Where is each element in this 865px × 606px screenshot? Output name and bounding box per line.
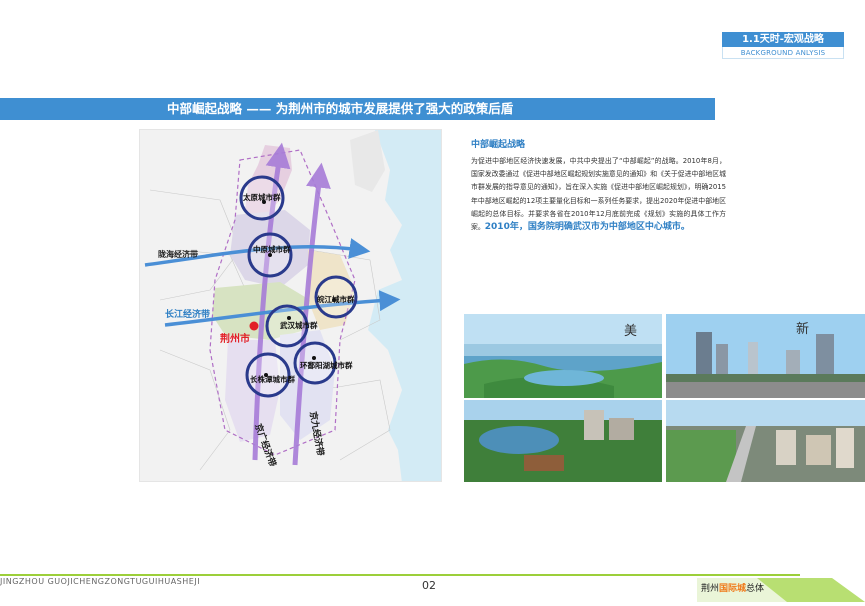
label-changzhutan: 长株潭城市群 xyxy=(250,374,295,384)
label-changjiang: 长江经济带 xyxy=(165,308,210,320)
label-taiyuan: 太原城市群 xyxy=(243,192,281,202)
footer-brand-highlight: 国际城 xyxy=(719,584,747,594)
jingzhou-marker xyxy=(249,321,259,331)
footer-brand-suffix: 总体 xyxy=(746,584,765,594)
city-photo-lake: 美 xyxy=(464,314,662,398)
strategy-text-block: 中部崛起战略 为促进中部地区经济快速发展，中共中央提出了“中部崛起”的战略。20… xyxy=(471,137,726,234)
strategy-highlight: 2010年，国务院明确武汉市为中部地区中心城市。 xyxy=(484,222,690,233)
photo2-glyph: 新 xyxy=(796,322,810,337)
label-wuhan: 武汉城市群 xyxy=(280,320,318,330)
label-zhongyuan: 中原城市群 xyxy=(253,244,291,254)
title-bar-text: 中部崛起战略 —— 为荆州市的城市发展提供了强大的政策后盾 xyxy=(167,101,514,116)
label-wanjiang: 皖江城市群 xyxy=(317,294,355,304)
footer-left-text: JINGZHOU GUOJICHENGZONGTUGUIHUASHEJI xyxy=(0,577,201,586)
central-china-map: 太原城市群 中原城市群 皖江城市群 武汉城市群 环鄱阳湖城市群 长株潭城市群 陇… xyxy=(139,129,442,482)
footer-brand: 荆州国际城总体 xyxy=(697,572,865,606)
city-photo-skyline: 新 xyxy=(666,314,865,398)
strategy-heading: 中部崛起战略 xyxy=(471,140,526,150)
section-badge: 1.1天时-宏观战略 BACKGROUND ANLYSIS xyxy=(722,32,844,59)
strategy-body-text: 为促进中部地区经济快速发展，中共中央提出了“中部崛起”的战略。2010年8月，国… xyxy=(471,157,726,232)
label-jingzhou: 荆州市 xyxy=(220,332,250,345)
label-longhai: 陇海经济带 xyxy=(158,249,198,259)
section-subtitle: BACKGROUND ANLYSIS xyxy=(722,47,844,59)
city-photo-park xyxy=(464,400,662,482)
footer-line xyxy=(0,574,800,576)
label-huanpoyang: 环鄱阳湖城市群 xyxy=(300,360,353,370)
photo1-glyph: 美 xyxy=(624,324,638,339)
footer-brand-text: 荆州国际城总体 xyxy=(701,581,764,594)
strategy-body: 为促进中部地区经济快速发展，中共中央提出了“中部崛起”的战略。2010年8月，国… xyxy=(471,155,726,234)
title-bar: 中部崛起战略 —— 为荆州市的城市发展提供了强大的政策后盾 xyxy=(0,98,715,120)
city-photo-aerial xyxy=(666,400,865,482)
footer-brand-prefix: 荆州 xyxy=(701,584,720,594)
page-number: 02 xyxy=(422,579,436,592)
section-title: 1.1天时-宏观战略 xyxy=(722,32,844,47)
